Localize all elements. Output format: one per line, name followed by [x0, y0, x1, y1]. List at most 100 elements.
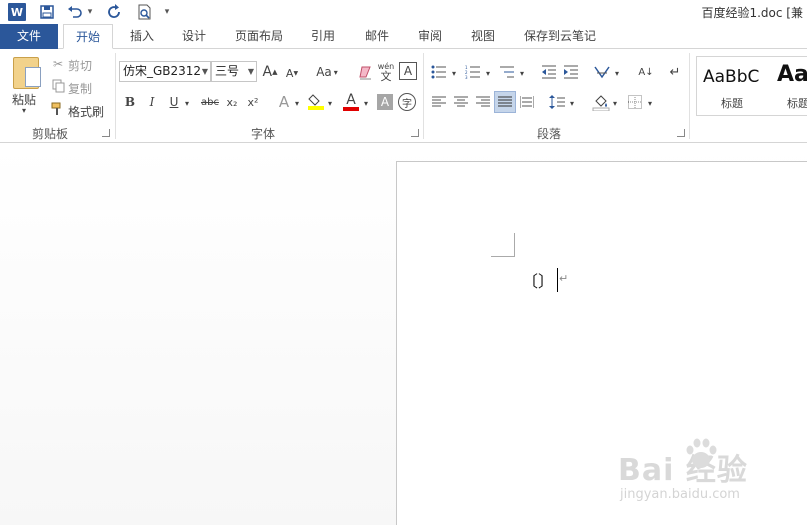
text-effects-dropdown-icon[interactable]: ▾	[293, 95, 301, 111]
text-effects-icon[interactable]: A	[276, 92, 292, 112]
baidu-watermark: Bai 经验 jingyan.baidu.com	[618, 438, 798, 515]
show-marks-icon[interactable]: ↵	[667, 63, 683, 81]
paragraph-group-label: 段落	[536, 127, 561, 141]
tab-view[interactable]: 视图	[463, 24, 503, 49]
enclose-characters-icon[interactable]: 字	[398, 93, 416, 111]
numbering-icon[interactable]: 123	[464, 63, 482, 81]
paragraph-mark-icon: ↵	[559, 272, 569, 285]
clipboard-group-label: 剪贴板	[31, 127, 68, 141]
style-heading-label: 标题	[721, 97, 743, 110]
paragraph-launcher-icon[interactable]	[677, 129, 685, 137]
bullets-icon[interactable]	[430, 63, 448, 81]
multilevel-list-icon[interactable]	[498, 63, 516, 81]
chevron-down-icon: ▼	[201, 67, 208, 76]
underline-dropdown-icon[interactable]: ▾	[182, 95, 192, 111]
tab-file[interactable]: 文件	[0, 24, 58, 49]
ribbon-tabs: 文件 开始 插入 设计 页面布局 引用 邮件 审阅 视图 保存到云笔记	[0, 24, 807, 49]
shrink-font-icon[interactable]: A ▼	[284, 65, 300, 81]
character-border-icon[interactable]: A	[399, 62, 417, 80]
shading-dropdown-icon[interactable]: ▾	[611, 96, 619, 110]
style-heading2-preview[interactable]: Aa	[777, 62, 807, 87]
line-spacing-dropdown-icon[interactable]: ▾	[568, 96, 576, 110]
tab-home[interactable]: 开始	[63, 24, 113, 49]
scissors-icon[interactable]: ✂	[50, 56, 66, 72]
grow-font-icon[interactable]: A ▲	[262, 63, 278, 81]
borders-dropdown-icon[interactable]: ▾	[646, 96, 654, 110]
svg-text:3: 3	[465, 75, 468, 79]
paste-sheet-icon	[25, 67, 41, 87]
tab-insert[interactable]: 插入	[122, 24, 162, 49]
italic-button[interactable]: I	[144, 93, 160, 111]
group-separator	[689, 53, 690, 139]
sort-icon[interactable]: A↓	[636, 63, 656, 81]
font-name-combo[interactable]: 仿宋_GB2312 ▼	[119, 61, 211, 82]
chinese-layout-dropdown-icon[interactable]: ▾	[613, 66, 621, 80]
undo-dropdown-icon[interactable]: ▾	[86, 3, 94, 21]
style-heading-preview[interactable]: AaBbC	[703, 67, 759, 87]
save-icon[interactable]	[38, 3, 56, 21]
format-painter-label[interactable]: 格式刷	[68, 103, 104, 120]
font-launcher-icon[interactable]	[411, 129, 419, 137]
font-size-combo[interactable]: 三号 ▼	[211, 61, 257, 82]
distributed-icon[interactable]	[518, 93, 536, 111]
subscript-button[interactable]: x₂	[223, 93, 241, 111]
tab-references[interactable]: 引用	[303, 24, 343, 49]
shading-icon[interactable]	[592, 92, 610, 112]
font-size-value: 三号	[215, 64, 240, 78]
phonetic-guide-icon[interactable]: wén 文	[377, 61, 395, 83]
increase-indent-icon[interactable]	[562, 63, 580, 81]
word-logo-icon[interactable]: W	[8, 3, 26, 21]
change-case-icon[interactable]: Aa ▾	[312, 63, 342, 81]
window-title: 百度经验1.doc [兼	[701, 6, 803, 20]
font-color-dropdown-icon[interactable]: ▾	[362, 95, 370, 111]
copy-icon[interactable]	[50, 78, 66, 94]
document-text[interactable]: 〔〕	[522, 268, 554, 292]
tab-page-layout[interactable]: 页面布局	[228, 24, 290, 49]
group-separator	[423, 53, 424, 139]
print-preview-icon[interactable]	[136, 3, 154, 21]
multilevel-dropdown-icon[interactable]: ▾	[518, 66, 526, 80]
clipboard-launcher-icon[interactable]	[102, 129, 110, 137]
bold-button[interactable]: B	[122, 93, 138, 111]
styles-gallery: AaBbC 标题 Aa 标题	[696, 56, 807, 116]
character-shading-icon[interactable]: A	[377, 94, 393, 110]
text-cursor	[557, 268, 558, 292]
line-spacing-icon[interactable]	[548, 93, 566, 111]
format-painter-icon[interactable]	[50, 101, 66, 117]
highlight-icon[interactable]	[307, 92, 325, 112]
decrease-indent-icon[interactable]	[540, 63, 558, 81]
tab-design[interactable]: 设计	[174, 24, 214, 49]
undo-icon[interactable]	[66, 3, 84, 21]
redo-icon[interactable]	[106, 3, 124, 21]
style-heading2-label: 标题	[787, 97, 807, 110]
ribbon: 粘贴 ▾ ✂ 剪切 复制 格式刷 剪贴板 仿宋_GB2312 ▼ 三号 ▼ A ▲…	[0, 49, 807, 143]
borders-icon[interactable]	[626, 93, 644, 111]
bullets-dropdown-icon[interactable]: ▾	[450, 66, 458, 80]
font-color-icon[interactable]: A	[342, 91, 360, 113]
customize-toolbar-icon[interactable]: ▾	[162, 3, 172, 21]
font-group-label: 字体	[250, 127, 275, 141]
highlight-dropdown-icon[interactable]: ▾	[326, 95, 334, 111]
align-right-icon[interactable]	[474, 93, 492, 111]
chevron-down-icon: ▼	[247, 67, 254, 76]
tab-mailings[interactable]: 邮件	[357, 24, 397, 49]
align-left-icon[interactable]	[430, 93, 448, 111]
cut-label[interactable]: 剪切	[68, 57, 92, 74]
underline-button[interactable]: U	[166, 93, 182, 111]
watermark-logo: Bai 经验	[618, 453, 748, 488]
chinese-layout-icon[interactable]	[592, 63, 612, 81]
numbering-dropdown-icon[interactable]: ▾	[484, 66, 492, 80]
paste-dropdown-icon[interactable]: ▾	[22, 106, 26, 115]
paw-icon	[686, 438, 717, 468]
title-bar: W ▾ ▾ 百度经验1.doc [兼	[0, 0, 807, 24]
superscript-button[interactable]: x²	[244, 93, 262, 111]
tab-review[interactable]: 审阅	[410, 24, 450, 49]
margin-corner-mark	[491, 233, 515, 257]
strikethrough-button[interactable]: abc	[198, 93, 222, 111]
tab-save-to-cloud-notes[interactable]: 保存到云笔记	[516, 24, 604, 49]
justify-icon[interactable]	[494, 91, 516, 113]
clear-formatting-icon[interactable]	[356, 63, 374, 81]
copy-label[interactable]: 复制	[68, 80, 92, 97]
align-center-icon[interactable]	[452, 93, 470, 111]
watermark-url: jingyan.baidu.com	[620, 487, 740, 502]
